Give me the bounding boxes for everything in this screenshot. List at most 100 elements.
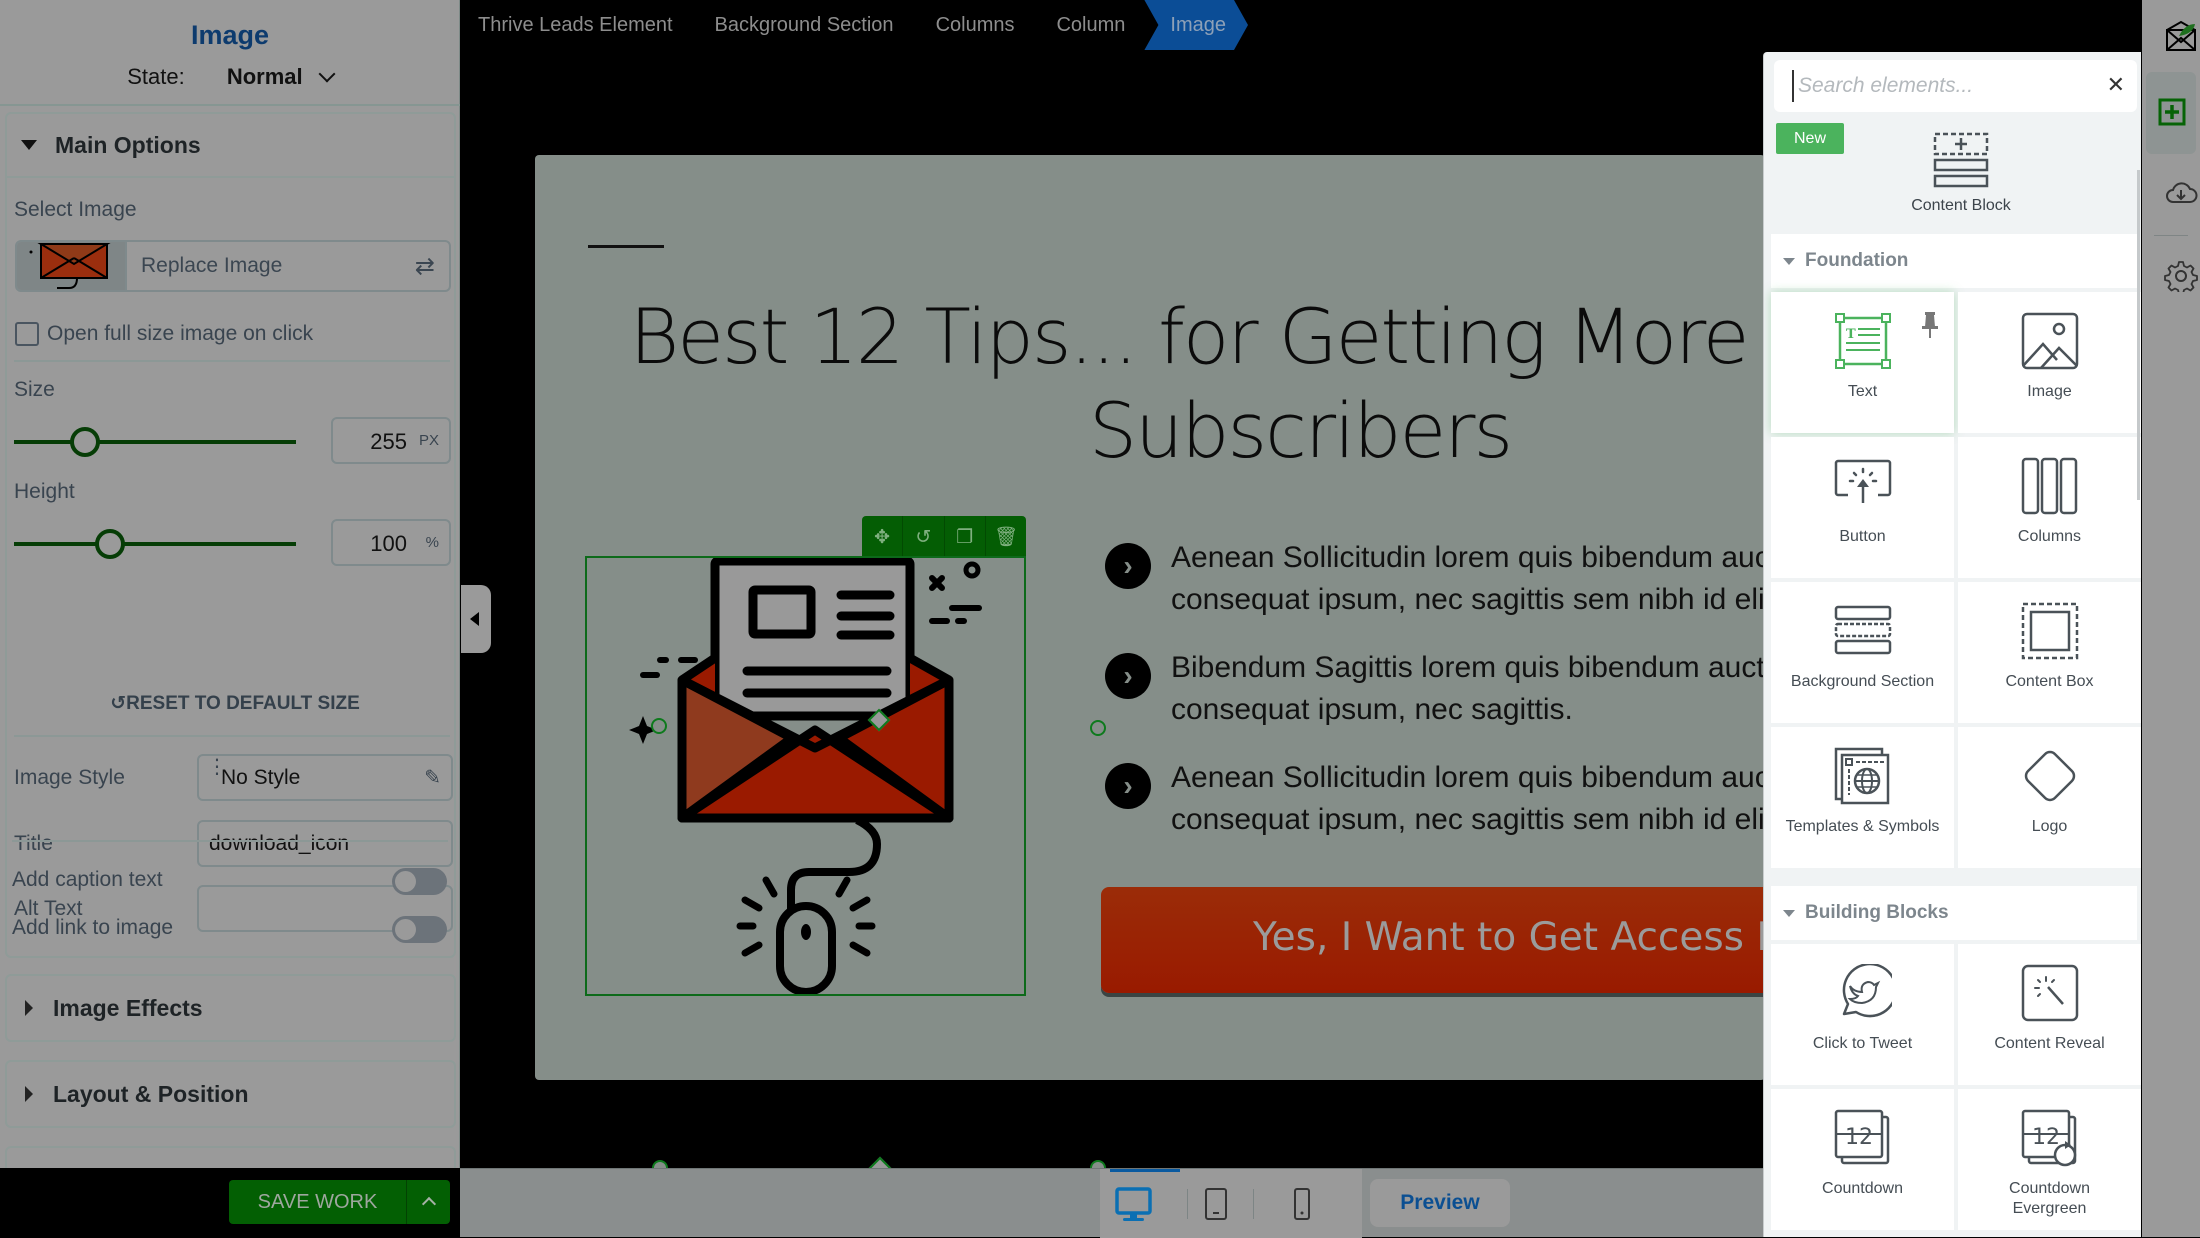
state-selector[interactable]: State: Normal xyxy=(0,64,460,90)
element-tile-text[interactable]: T Text xyxy=(1771,292,1954,433)
tablet-icon[interactable] xyxy=(1204,1187,1230,1221)
desktop-icon[interactable] xyxy=(1115,1187,1155,1223)
height-slider-track[interactable] xyxy=(14,542,296,546)
preview-button[interactable]: Preview xyxy=(1370,1179,1510,1227)
replace-image-button[interactable]: Replace Image ⇄ xyxy=(15,240,451,292)
element-tile-click-to-tweet[interactable]: Click to Tweet xyxy=(1771,944,1954,1085)
countdown-icon: 12 xyxy=(1834,1109,1890,1165)
element-tile-templates-symbols[interactable]: Templates & Symbols xyxy=(1771,727,1954,868)
breadcrumb-item[interactable]: Background Section xyxy=(715,14,894,37)
breadcrumb-item[interactable]: Column xyxy=(1056,14,1125,37)
caret-down-icon xyxy=(21,140,37,150)
device-bar: Preview xyxy=(460,1168,1763,1238)
caption-toggle[interactable] xyxy=(392,868,447,895)
chevron-down-icon[interactable] xyxy=(318,65,336,83)
add-elements-panel: ✕ New Content Block Foundation T xyxy=(1763,52,2141,1237)
category-title: Building Blocks xyxy=(1805,902,1949,923)
resize-handle[interactable] xyxy=(1090,720,1106,736)
tile-label: Countdown xyxy=(1822,1180,1903,1197)
element-tile-columns[interactable]: Columns xyxy=(1958,437,2141,578)
undo-icon[interactable]: ↺ xyxy=(903,516,945,558)
image-style-select[interactable]: ⋮ No Style ✎ xyxy=(197,754,453,801)
divider xyxy=(14,735,450,737)
size-input[interactable]: 255 PX xyxy=(331,417,451,464)
image-effects-title: Image Effects xyxy=(53,994,203,1021)
breadcrumb-item-active[interactable]: Image xyxy=(1144,0,1248,50)
height-label: Height xyxy=(14,480,75,503)
bullet-text: Aenean Sollicitudin lorem quis bibendum … xyxy=(1171,537,1765,621)
image-thumbnail xyxy=(17,242,127,290)
breadcrumb-item[interactable]: Columns xyxy=(936,14,1015,37)
search-elements-input[interactable] xyxy=(1792,70,2092,102)
element-tile-image[interactable]: Image xyxy=(1958,292,2141,433)
search-elements-box: ✕ xyxy=(1774,60,2137,112)
chevron-right-circle-icon: › xyxy=(1105,763,1151,809)
layout-position-header[interactable]: Layout & Position xyxy=(7,1062,454,1126)
cloud-download-icon[interactable] xyxy=(2156,180,2200,208)
thrive-leads-envelope-icon[interactable] xyxy=(2156,20,2200,52)
mobile-icon[interactable] xyxy=(1293,1187,1313,1221)
state-label: State: xyxy=(127,64,185,89)
element-tile-content-reveal[interactable]: Content Reveal xyxy=(1958,944,2141,1085)
reset-default-size-link[interactable]: ↺RESET TO DEFAULT SIZE xyxy=(7,692,463,715)
add-element-button[interactable] xyxy=(2146,72,2196,154)
link-toggle[interactable] xyxy=(392,916,447,943)
close-icon[interactable]: ✕ xyxy=(2107,72,2125,98)
size-slider-handle[interactable] xyxy=(69,427,100,457)
size-label: Size xyxy=(14,378,55,401)
element-tile-content-block[interactable]: Content Block xyxy=(1881,132,2041,215)
elements-scrollbar[interactable] xyxy=(2137,170,2140,500)
bullet-line-1: Aenean Sollicitudin lorem quis bibendum … xyxy=(1171,541,1765,574)
headline[interactable]: Best 12 Tips... for Getting More Email S… xyxy=(535,290,1766,478)
category-foundation[interactable]: Foundation xyxy=(1771,234,2137,288)
layout-position-section[interactable]: Layout & Position xyxy=(5,1060,456,1128)
resize-handle[interactable] xyxy=(651,718,667,734)
link-label: Add link to image xyxy=(12,916,174,939)
element-tile-background-section[interactable]: Background Section xyxy=(1771,582,1954,723)
text-element-icon: T xyxy=(1835,313,1891,369)
pencil-icon[interactable]: ✎ xyxy=(424,765,441,790)
cta-button[interactable]: Yes, I Want to Get Access Now xyxy=(1101,887,1765,993)
height-input[interactable]: 100 % xyxy=(331,519,451,566)
move-icon[interactable]: ✥ xyxy=(862,516,904,558)
divider xyxy=(1187,1189,1188,1219)
collapse-panel-button[interactable] xyxy=(461,585,491,653)
breadcrumb-item[interactable]: Thrive Leads Element xyxy=(478,14,673,37)
caption-label: Add caption text xyxy=(12,868,163,891)
element-tile-content-box[interactable]: Content Box xyxy=(1958,582,2141,723)
main-options-section: Main Options Select Image Replace Image … xyxy=(5,112,456,958)
chevron-right-circle-icon: › xyxy=(1105,653,1151,699)
cta-label: Yes, I Want to Get Access Now xyxy=(1253,915,1765,960)
replace-image-label: Replace Image xyxy=(141,254,283,277)
gear-icon[interactable] xyxy=(2156,260,2200,292)
element-tile-logo[interactable]: Logo xyxy=(1958,727,2141,868)
trash-icon[interactable]: 🗑 xyxy=(986,516,1026,558)
decorative-dash xyxy=(588,245,664,248)
open-full-size-checkbox[interactable] xyxy=(15,322,39,346)
category-building-blocks[interactable]: Building Blocks xyxy=(1771,886,2137,940)
element-tile-countdown-evergreen[interactable]: 12 Countdown Evergreen xyxy=(1958,1089,2141,1230)
selected-image[interactable] xyxy=(585,556,1026,996)
save-options-caret-button[interactable] xyxy=(406,1180,450,1224)
title-value: download_icon xyxy=(209,832,350,855)
tile-label-text: Countdown Evergreen xyxy=(2009,1180,2090,1217)
main-options-header[interactable]: Main Options xyxy=(7,114,454,178)
save-work-button[interactable]: SAVE WORK xyxy=(229,1180,406,1224)
caret-down-icon xyxy=(1783,257,1795,265)
pin-icon[interactable] xyxy=(1922,312,1938,338)
image-effects-header[interactable]: Image Effects xyxy=(7,976,454,1040)
image-effects-section[interactable]: Image Effects xyxy=(5,974,456,1042)
tile-label: Logo xyxy=(2031,818,2068,835)
size-slider-track[interactable] xyxy=(14,440,296,444)
element-tile-button[interactable]: Button xyxy=(1771,437,1954,578)
height-slider-handle[interactable] xyxy=(94,529,125,559)
panel-header: Image State: Normal xyxy=(0,0,460,106)
drag-dots-icon: ⋮ xyxy=(207,756,227,778)
chevron-right-circle-icon: › xyxy=(1105,543,1151,589)
title-input[interactable]: download_icon xyxy=(197,820,453,867)
svg-text:T: T xyxy=(1846,327,1856,342)
duplicate-icon[interactable]: ❐ xyxy=(945,516,986,558)
element-settings-panel: Image State: Normal Main Options Select … xyxy=(0,0,460,1186)
state-value[interactable]: Normal xyxy=(227,64,303,89)
element-tile-countdown[interactable]: 12 Countdown xyxy=(1771,1089,1954,1230)
